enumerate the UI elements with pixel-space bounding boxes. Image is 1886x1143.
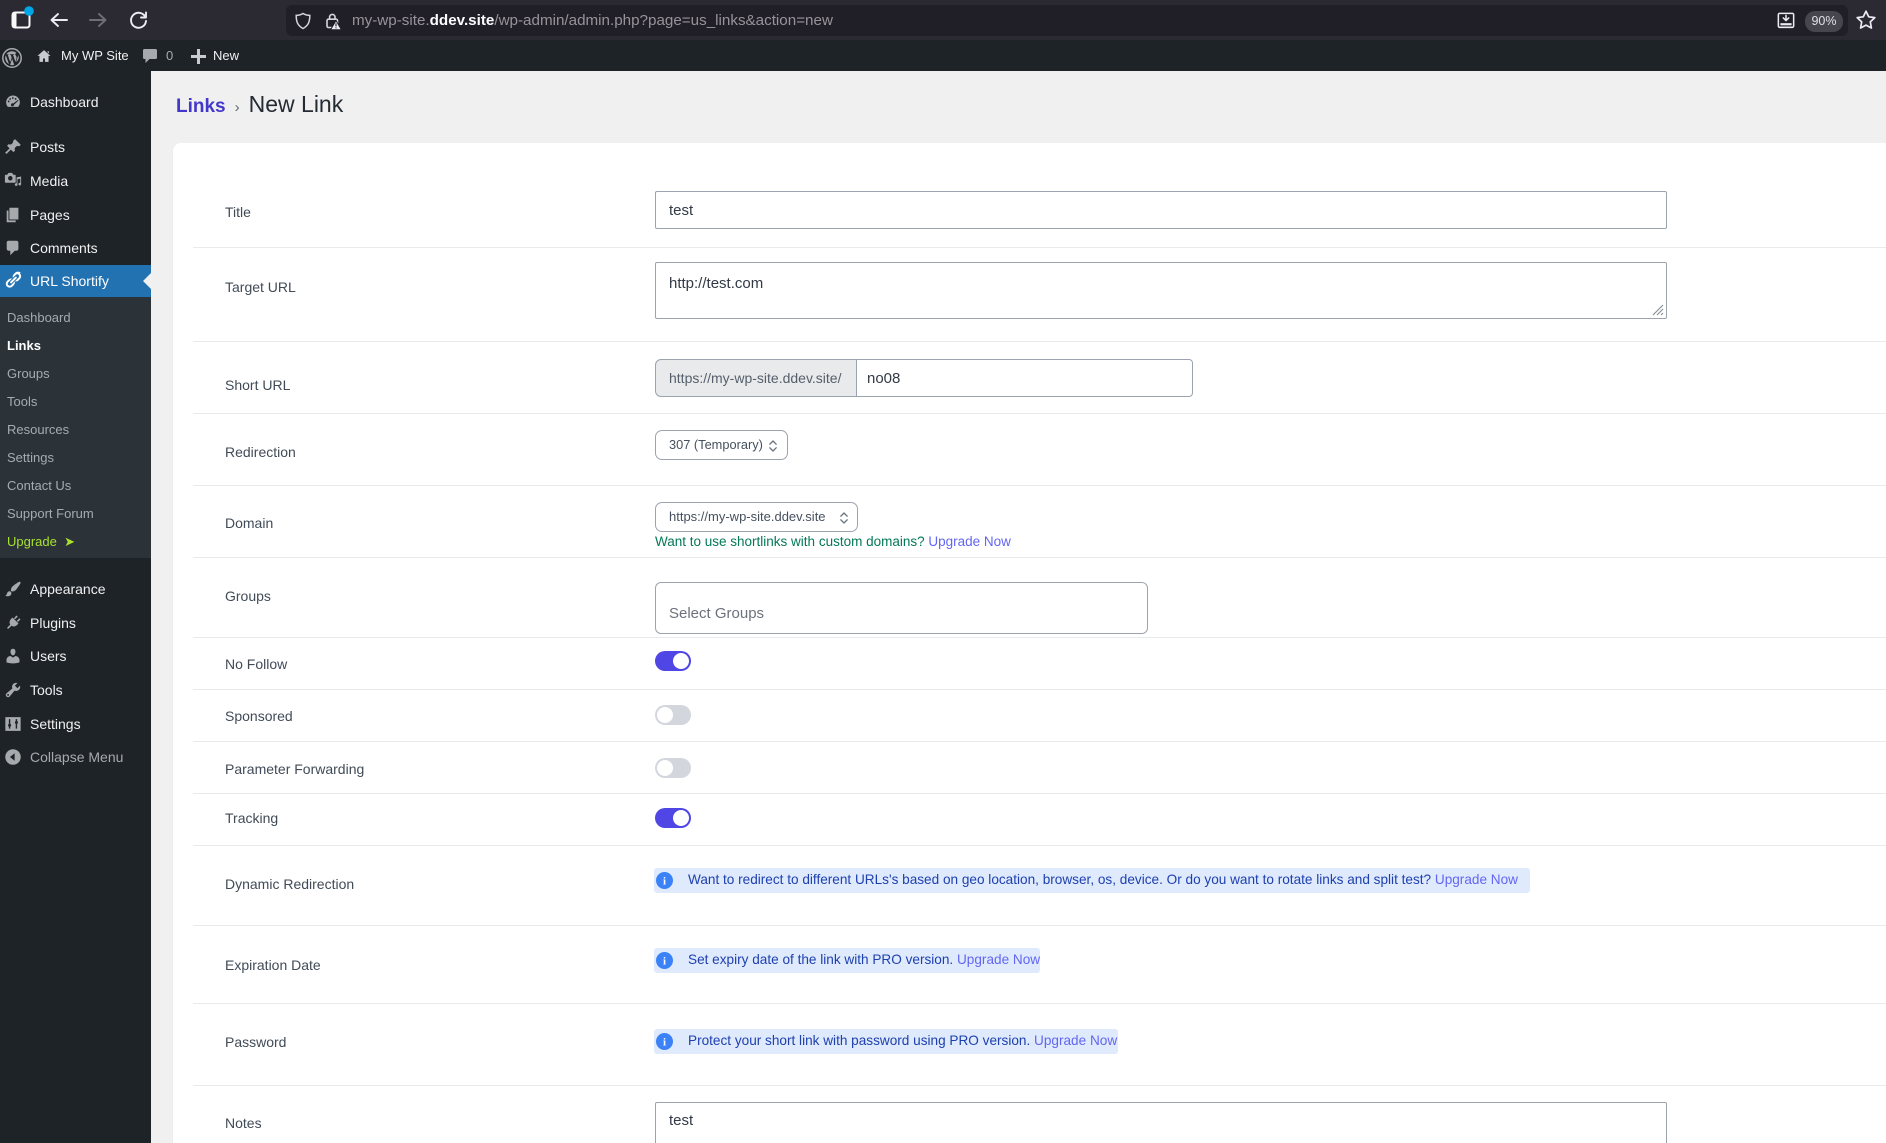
svg-text:i: i	[663, 956, 666, 968]
svg-text:i: i	[663, 876, 666, 888]
svg-text:i: i	[663, 1037, 666, 1049]
